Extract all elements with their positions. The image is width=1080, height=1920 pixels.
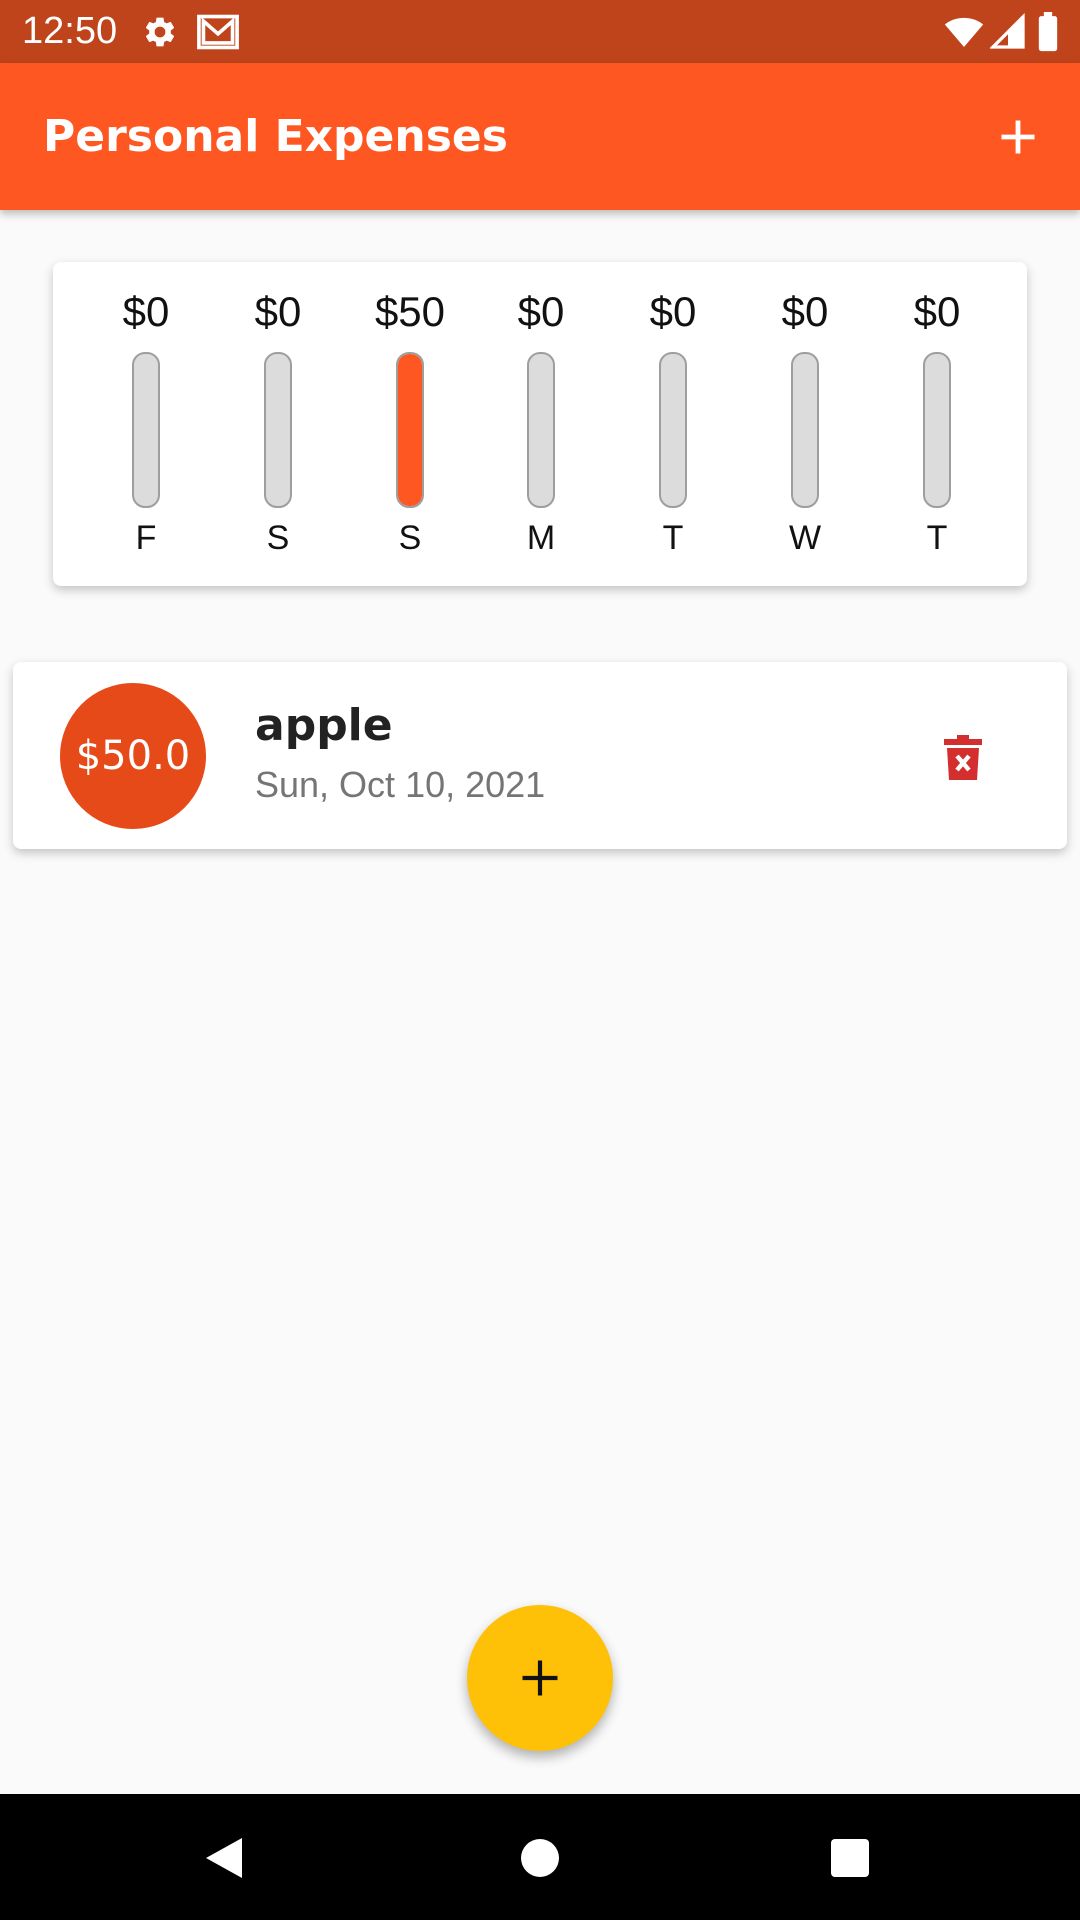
bar-amount: $0: [122, 288, 170, 335]
bar-amount: $0: [254, 288, 302, 335]
gmail-icon: [197, 14, 239, 50]
bar-day-label: S: [266, 519, 290, 557]
recents-icon: [831, 1839, 869, 1877]
bar-amount: $0: [913, 288, 961, 335]
plus-icon: [1001, 120, 1035, 154]
bar-day-label: F: [135, 519, 157, 557]
trash-icon: [944, 735, 982, 780]
weekly-chart-card: $0 F $0 S $50 S $0 M $0 T $0 W $0 T: [53, 262, 1027, 586]
chart-bar: $0 M: [486, 262, 596, 586]
bar-amount: $0: [781, 288, 829, 335]
bar-day-label: W: [788, 519, 822, 557]
status-time: 12:50: [22, 10, 118, 52]
transaction-item: $50.0 apple Sun, Oct 10, 2021: [13, 662, 1067, 849]
chart-bar: $0 F: [91, 262, 201, 586]
bar-track: [527, 352, 555, 508]
transaction-title: apple: [255, 700, 393, 751]
bar-track: [132, 352, 160, 508]
back-icon: [206, 1838, 242, 1878]
bar-track: [264, 352, 292, 508]
bar-day-label: T: [662, 519, 684, 557]
transaction-date: Sun, Oct 10, 2021: [255, 764, 546, 805]
bar-day-label: S: [398, 519, 422, 557]
bar-fill: [398, 354, 422, 506]
navigation-bar: [0, 1794, 1080, 1920]
page-title: Personal Expenses: [43, 111, 508, 162]
bar-amount: $0: [649, 288, 697, 335]
signal-icon: [990, 13, 1025, 49]
battery-icon: [1038, 12, 1058, 52]
bar-day-label: M: [526, 519, 556, 557]
bar-track: [791, 352, 819, 508]
status-bar: 12:50: [0, 0, 1080, 63]
bar-amount: $0: [517, 288, 565, 335]
bar-amount: $50: [374, 288, 446, 335]
bar-track: [659, 352, 687, 508]
add-transaction-button[interactable]: [980, 99, 1056, 175]
chart-bar: $0 T: [618, 262, 728, 586]
bar-track: [396, 352, 424, 508]
chart-bar: $0 T: [882, 262, 992, 586]
bar-day-label: T: [926, 519, 948, 557]
bar-track: [923, 352, 951, 508]
add-fab-button[interactable]: [467, 1605, 613, 1751]
recents-button[interactable]: [820, 1828, 880, 1888]
chart-bar: $0 W: [750, 262, 860, 586]
transaction-amount-avatar: $50.0: [60, 683, 206, 829]
chart-bar: $50 S: [355, 262, 465, 586]
back-button[interactable]: [194, 1828, 254, 1888]
settings-icon: [145, 17, 175, 47]
delete-transaction-button[interactable]: [935, 730, 991, 786]
plus-icon: [522, 1660, 558, 1696]
home-button[interactable]: [510, 1828, 570, 1888]
chart-bar: $0 S: [223, 262, 333, 586]
wifi-icon: [944, 17, 984, 47]
home-icon: [521, 1839, 559, 1877]
app-bar: Personal Expenses: [0, 63, 1080, 210]
